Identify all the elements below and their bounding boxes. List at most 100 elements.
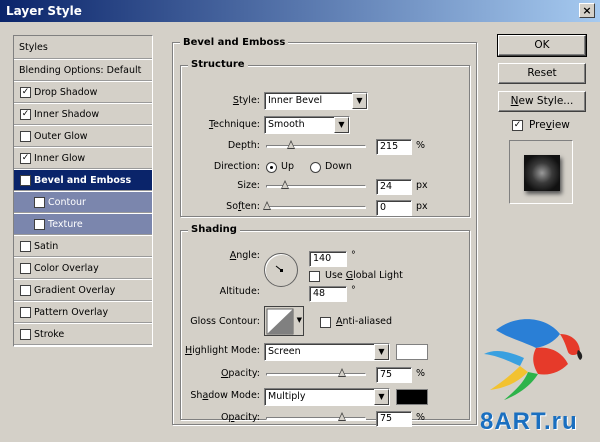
technique-label: Technique:	[208, 119, 260, 130]
depth-unit: %	[416, 140, 426, 151]
shadow-mode-select[interactable]: Multiply ▼	[264, 388, 390, 406]
preview-swatch	[524, 155, 560, 191]
anti-aliased-label: Anti-aliased	[336, 316, 393, 327]
preview-checkbox[interactable]: ✓	[512, 120, 523, 131]
new-style-button[interactable]: New Style...	[498, 91, 586, 112]
depth-slider[interactable]	[266, 140, 366, 149]
sidebar-item-gradient-overlay[interactable]: Gradient Overlay	[14, 280, 152, 302]
sidebar-checkbox[interactable]	[20, 285, 31, 296]
altitude-degree: °	[351, 285, 356, 296]
sidebar-checkbox[interactable]: ✓	[34, 219, 45, 230]
size-slider[interactable]	[266, 180, 366, 189]
preview-thumbnail	[509, 140, 573, 204]
slider-thumb[interactable]	[338, 368, 346, 378]
direction-down-radio[interactable]	[310, 162, 321, 173]
sidebar-checkbox[interactable]	[20, 329, 31, 340]
close-button[interactable]: ×	[579, 3, 595, 18]
sidebar-item-color-overlay[interactable]: Color Overlay	[14, 258, 152, 280]
sidebar-item-inner-shadow[interactable]: ✓ Inner Shadow	[14, 104, 152, 126]
blending-options-item[interactable]: Blending Options: Default	[14, 60, 152, 82]
slider-thumb[interactable]	[338, 412, 346, 422]
highlight-mode-select[interactable]: Screen ▼	[264, 343, 390, 361]
shadow-color-swatch[interactable]	[396, 389, 428, 405]
shadow-opacity-input[interactable]: 75	[376, 411, 412, 427]
sidebar-item-stroke[interactable]: Stroke	[14, 324, 152, 346]
reset-button[interactable]: Reset	[498, 63, 586, 84]
angle-indicator-icon	[275, 265, 283, 272]
sidebar-item-label: Contour	[48, 197, 86, 208]
style-select[interactable]: Inner Bevel ▼	[264, 92, 368, 110]
highlight-color-swatch[interactable]	[396, 344, 428, 360]
chevron-down-icon: ▼	[334, 117, 349, 133]
highlight-opacity-unit: %	[416, 368, 426, 379]
sidebar-item-label: Inner Shadow	[34, 109, 100, 120]
technique-select[interactable]: Smooth ▼	[264, 116, 350, 134]
soften-label: Soften:	[226, 201, 260, 212]
angle-label: Angle:	[229, 250, 260, 261]
size-input[interactable]: 24	[376, 179, 412, 195]
shadow-mode-label: Shadow Mode:	[190, 390, 260, 401]
chevron-down-icon: ▼	[296, 316, 302, 324]
soften-slider[interactable]	[263, 201, 366, 210]
shadow-opacity-label: Opacity:	[220, 412, 260, 423]
sidebar-checkbox[interactable]: ✓	[34, 197, 45, 208]
sidebar-item-pattern-overlay[interactable]: Pattern Overlay	[14, 302, 152, 324]
soften-input[interactable]: 0	[376, 200, 412, 216]
sidebar-item-label: Texture	[48, 219, 83, 230]
anti-aliased-checkbox[interactable]	[320, 317, 331, 328]
gloss-contour-label: Gloss Contour:	[190, 316, 260, 327]
sidebar-item-texture[interactable]: ✓ Texture	[14, 214, 152, 236]
gloss-contour-picker[interactable]: ▼	[264, 306, 304, 336]
sidebar-checkbox[interactable]	[20, 241, 31, 252]
sidebar-checkbox[interactable]: ✓	[20, 109, 31, 120]
highlight-opacity-label: Opacity:	[220, 368, 260, 379]
highlight-opacity-slider[interactable]	[266, 368, 366, 377]
sidebar-item-bevel-and-emboss[interactable]: ✓ Bevel and Emboss	[14, 170, 152, 192]
sidebar-item-outer-glow[interactable]: Outer Glow	[14, 126, 152, 148]
direction-up-radio[interactable]	[266, 162, 277, 173]
use-global-light-label: Use Global Light	[325, 270, 403, 281]
sidebar-checkbox[interactable]	[20, 131, 31, 142]
slider-thumb[interactable]	[263, 201, 271, 211]
highlight-opacity-input[interactable]: 75	[376, 367, 412, 383]
sidebar-item-label: Color Overlay	[34, 263, 99, 274]
ok-button[interactable]: OK	[497, 34, 587, 57]
window-title: Layer Style	[6, 4, 82, 18]
sidebar-item-satin[interactable]: Satin	[14, 236, 152, 258]
parrot-logo-icon	[484, 319, 583, 400]
sidebar-checkbox[interactable]: ✓	[20, 175, 31, 186]
sidebar-checkbox[interactable]	[20, 263, 31, 274]
soften-unit: px	[416, 201, 428, 212]
sidebar-checkbox[interactable]	[20, 307, 31, 318]
sidebar-item-label: Stroke	[34, 329, 65, 340]
title-bar: Layer Style ×	[0, 0, 600, 22]
size-unit: px	[416, 180, 428, 191]
styles-header[interactable]: Styles	[14, 36, 152, 60]
bevel-emboss-panel: Bevel and Emboss Structure Style: Inner …	[172, 35, 477, 430]
sidebar-item-inner-glow[interactable]: ✓ Inner Glow	[14, 148, 152, 170]
use-global-light-checkbox[interactable]	[309, 271, 320, 282]
depth-input[interactable]: 215	[376, 139, 412, 155]
dialog-body: Styles Blending Options: Default ✓ Drop S…	[0, 22, 600, 442]
contour-preview-icon	[266, 308, 294, 335]
sidebar-item-contour[interactable]: ✓ Contour	[14, 192, 152, 214]
chevron-down-icon: ▼	[352, 93, 367, 109]
angle-dial[interactable]	[264, 253, 298, 287]
angle-input[interactable]: 140	[309, 251, 347, 267]
depth-label: Depth:	[227, 140, 260, 151]
sidebar-checkbox[interactable]: ✓	[20, 153, 31, 164]
watermark-text: 8ART.ru	[480, 408, 578, 435]
chevron-down-icon: ▼	[374, 344, 389, 360]
sidebar-checkbox[interactable]: ✓	[20, 87, 31, 98]
sidebar-item-label: Bevel and Emboss	[34, 175, 132, 186]
altitude-input[interactable]: 48	[309, 286, 347, 302]
styles-list: Styles Blending Options: Default ✓ Drop S…	[13, 35, 153, 347]
structure-title: Structure	[188, 59, 248, 71]
slider-thumb[interactable]	[281, 180, 289, 190]
slider-thumb[interactable]	[287, 140, 295, 150]
preview-label: Preview	[529, 119, 570, 131]
sidebar-item-drop-shadow[interactable]: ✓ Drop Shadow	[14, 82, 152, 104]
chevron-down-icon: ▼	[374, 389, 389, 405]
bevel-emboss-title: Bevel and Emboss	[180, 37, 289, 49]
shadow-opacity-slider[interactable]	[266, 412, 366, 421]
